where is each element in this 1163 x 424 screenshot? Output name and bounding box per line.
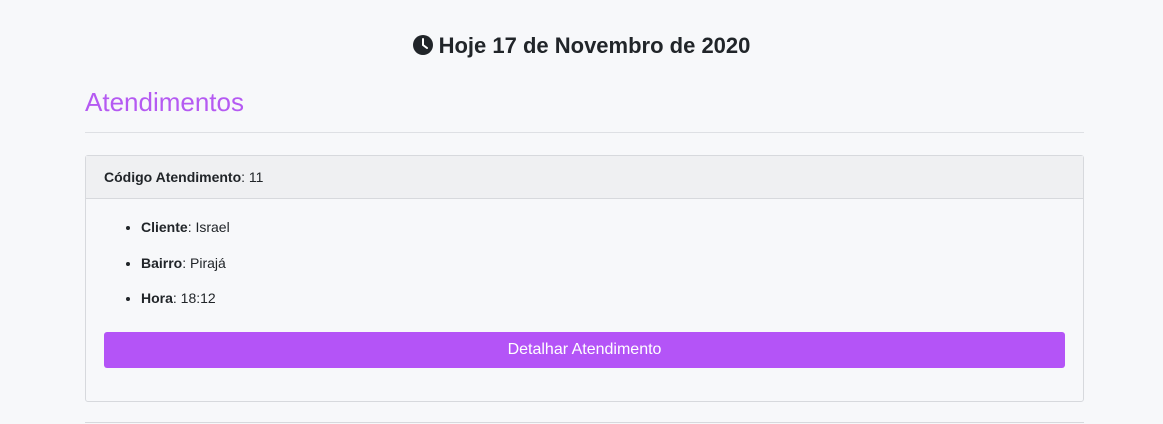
field-value: : 18:12	[172, 290, 216, 306]
field-value: : Israel	[187, 219, 230, 235]
appointment-info-list: Cliente: Israel Bairro: Pirajá Hora: 18:…	[86, 216, 230, 323]
appointment-card: Código Atendimento: 11 Cliente: Israel B…	[85, 155, 1084, 402]
list-item-bairro: Bairro: Pirajá	[141, 252, 230, 288]
field-label: Hora	[141, 290, 173, 306]
next-card-edge	[85, 422, 1084, 423]
code-label: Código Atendimento	[104, 169, 242, 185]
date-header: Hoje 17 de Novembro de 2020	[0, 31, 1163, 61]
field-label: Bairro	[141, 254, 183, 271]
detail-appointment-button[interactable]: Detalhar Atendimento	[104, 332, 1065, 368]
field-label: Cliente	[141, 219, 188, 235]
clock-icon	[412, 35, 433, 55]
divider	[85, 132, 1084, 133]
field-value: : Pirajá	[182, 254, 226, 271]
list-item-hora: Hora: 18:12	[141, 287, 230, 323]
code-value: : 11	[241, 169, 264, 185]
date-text: Hoje 17 de Novembro de 2020	[438, 33, 751, 58]
card-header: Código Atendimento: 11	[86, 156, 1083, 199]
page-title: Atendimentos	[85, 87, 244, 117]
list-item-cliente: Cliente: Israel	[141, 216, 230, 252]
